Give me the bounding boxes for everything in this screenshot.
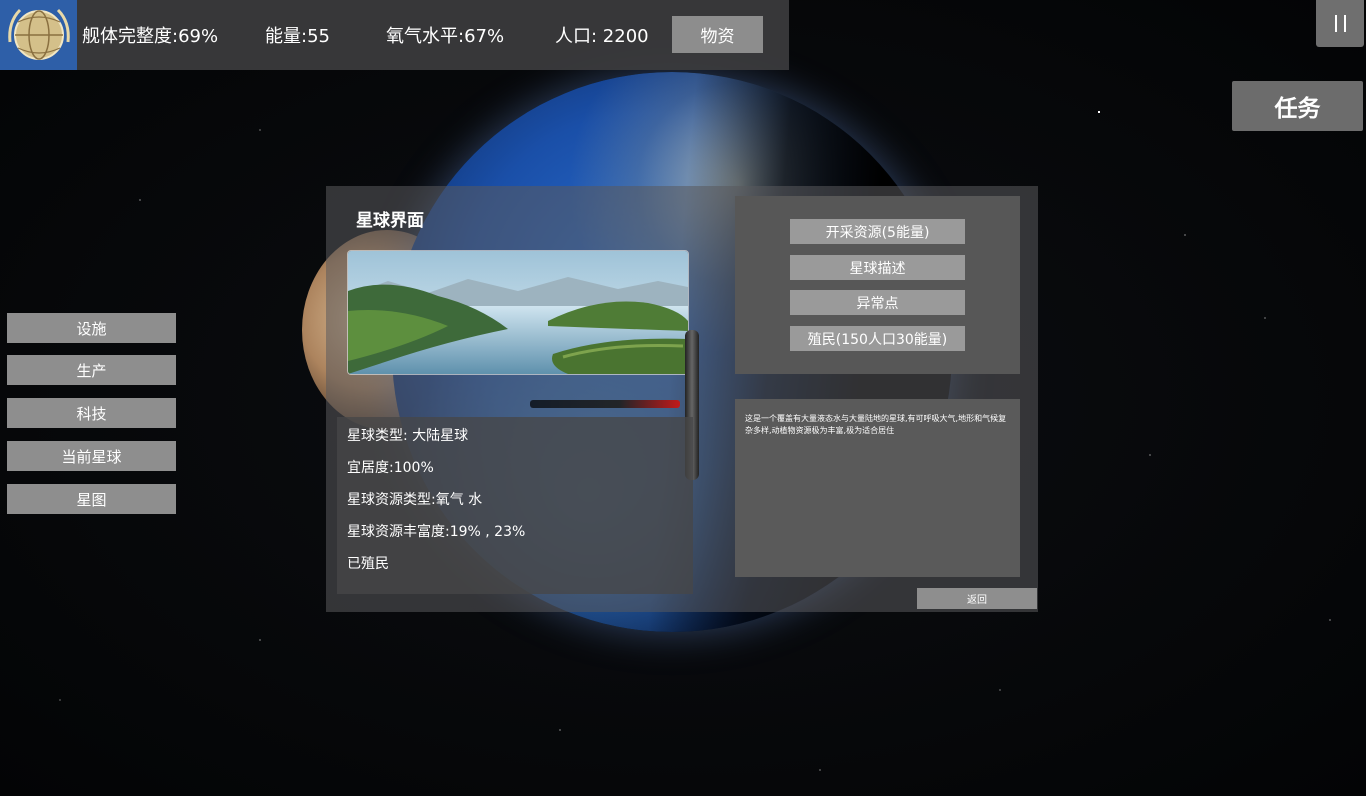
habitability-text: 宜居度:100%	[347, 460, 434, 476]
oxygen-stat: 氧气水平:67%	[386, 26, 505, 47]
colonized-status-text: 已殖民	[347, 556, 389, 572]
menu-star-map-button[interactable]: 星图	[7, 484, 176, 514]
planet-description-button[interactable]: 星球描述	[790, 255, 965, 280]
return-button[interactable]: 返回	[917, 588, 1037, 609]
supplies-button[interactable]: 物资	[672, 16, 763, 53]
pause-button[interactable]	[1316, 0, 1364, 47]
colonize-button[interactable]: 殖民(150人口30能量)	[790, 326, 965, 351]
menu-facilities-button[interactable]: 设施	[7, 313, 176, 343]
pause-icon	[1334, 15, 1337, 32]
mine-resources-button[interactable]: 开采资源(5能量)	[790, 219, 965, 244]
planet-description-text: 这是一个覆盖有大量液态水与大量陆地的星球,有可呼吸大气,地形和气候复杂多样,动植…	[745, 414, 1007, 435]
decorative-beam	[530, 400, 680, 408]
resource-richness-text: 星球资源丰富度:19% , 23%	[347, 524, 526, 540]
anomaly-button[interactable]: 异常点	[790, 290, 965, 315]
energy-stat: 能量:55	[265, 26, 330, 47]
status-bar: 舰体完整度:69% 能量:55 氧气水平:67% 人口: 2200 物资	[0, 0, 789, 70]
menu-current-planet-button[interactable]: 当前星球	[7, 441, 176, 471]
planet-landscape-image	[347, 250, 689, 375]
task-button[interactable]: 任务	[1232, 81, 1363, 131]
panel-title: 星球界面	[356, 211, 424, 231]
pause-icon	[1343, 15, 1346, 32]
menu-production-button[interactable]: 生产	[7, 355, 176, 385]
hull-integrity-stat: 舰体完整度:69%	[82, 26, 219, 47]
faction-emblem-icon[interactable]	[0, 0, 77, 70]
planet-type-text: 星球类型: 大陆星球	[347, 428, 469, 444]
resource-types-text: 星球资源类型:氧气 水	[347, 492, 483, 508]
menu-technology-button[interactable]: 科技	[7, 398, 176, 428]
population-stat: 人口: 2200	[555, 26, 649, 47]
